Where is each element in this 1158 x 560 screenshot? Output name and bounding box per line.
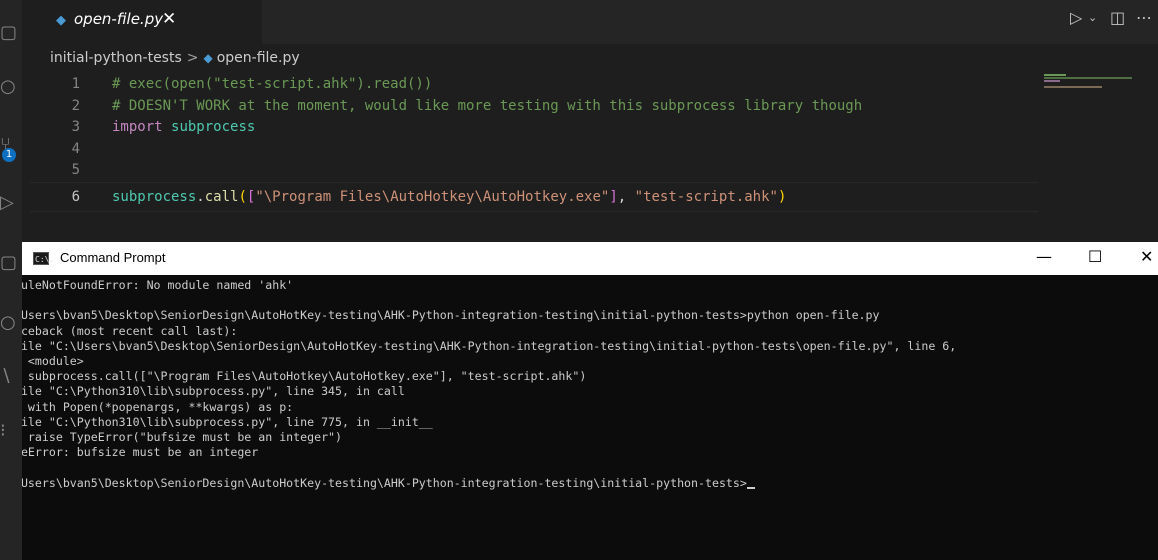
code-text: # DOESN'T WORK at the moment, would like… (112, 96, 862, 118)
minimap-line (1044, 77, 1132, 79)
code-token: subprocess (112, 188, 197, 205)
code-line[interactable]: 1 # exec(open("test-script.ahk").read()) (30, 74, 1040, 96)
console-line: File "C:\Python310\lib\subprocess.py", l… (0, 414, 433, 429)
line-number: 2 (71, 97, 80, 114)
code-line[interactable]: 6 subprocess.call(["\Program Files\AutoHo… (30, 187, 1040, 209)
cmd-titlebar[interactable]: C:\. Command Prompt — ☐ ✕ (0, 242, 1158, 275)
console-line: subprocess.call(["\Program Files\AutoHot… (0, 369, 587, 384)
text-cursor (746, 486, 755, 489)
split-editor-icon[interactable]: ◫ (1110, 8, 1125, 27)
code-token: ) (777, 188, 787, 205)
console-line: raise TypeError("bufsize must be an inte… (0, 430, 343, 445)
code-text: import subprocess (112, 117, 255, 139)
line-number: 4 (71, 140, 80, 157)
extensions-icon[interactable]: ▢ (0, 252, 18, 274)
command-prompt-window: C:\. Command Prompt — ☐ ✕ ModuleNotFound… (0, 242, 1158, 560)
code-line[interactable]: 3 import subprocess (30, 117, 1040, 139)
remote-icon[interactable]: ○ (0, 312, 18, 334)
editor-actions: ▷ ⌄ ◫ ⋯ (1058, 8, 1158, 32)
console-line: ModuleNotFoundError: No module named 'ah… (0, 278, 294, 292)
close-button[interactable]: ✕ (1140, 247, 1153, 266)
line-number: 5 (71, 162, 80, 178)
activity-bar: ▢ ○ ⑂ 1 ▷ ▢ ○ ∖ ⁝ (0, 0, 22, 560)
docker-icon[interactable]: ⁝ (0, 420, 18, 442)
minimap-line (1044, 80, 1060, 82)
console-line: with Popen(*popenargs, **kwargs) as p: (0, 399, 294, 414)
line-number: 6 (71, 188, 80, 205)
console-line: File "C:\Python310\lib\subprocess.py", l… (0, 384, 405, 399)
minimap[interactable] (1040, 72, 1135, 88)
code-token: subprocess (171, 119, 256, 135)
line-number: 3 (71, 119, 80, 135)
run-icon[interactable]: ▷ (1070, 8, 1082, 27)
breadcrumb-separator: > (186, 50, 199, 66)
console-prompt-line: C:\Users\bvan5\Desktop\SeniorDesign\Auto… (0, 476, 1158, 491)
breadcrumb: initial-python-tests > ◆ open-file.py (50, 50, 300, 70)
code-token: ] (609, 188, 618, 205)
console-line: in <module> (0, 354, 84, 368)
cmd-app-icon: C:\. (33, 252, 54, 265)
run-debug-icon[interactable]: ▷ (0, 192, 18, 214)
code-line[interactable]: 2 # DOESN'T WORK at the moment, would lik… (30, 96, 1040, 118)
close-icon[interactable]: ✕ (162, 9, 176, 29)
notification-badge: 1 (2, 148, 16, 162)
code-editor[interactable]: 1 # exec(open("test-script.ahk").read()) 2… (30, 74, 1040, 208)
code-token: # exec(open("test-script.ahk").read()) (112, 76, 433, 92)
cmd-console-output[interactable]: ModuleNotFoundError: No module named 'ah… (0, 278, 1158, 560)
code-token: # DOESN'T WORK at the moment, would like… (112, 97, 863, 114)
code-token: call (204, 188, 239, 205)
vscode-window: ◆ open-file.py ✕ ▷ ⌄ ◫ ⋯ initial-python-… (0, 0, 1158, 242)
console-line: C:\Users\bvan5\Desktop\SeniorDesign\Auto… (0, 308, 880, 323)
chevron-down-icon[interactable]: ⌄ (1088, 11, 1097, 24)
python-file-icon: ◆ (203, 51, 213, 65)
code-token: . (196, 188, 205, 205)
maximize-button[interactable]: ☐ (1088, 247, 1102, 266)
code-token: , (617, 188, 635, 205)
more-actions-icon[interactable]: ⋯ (1136, 8, 1152, 27)
testing-icon[interactable]: ∖ (0, 366, 18, 388)
code-token: "test-script.ahk" (634, 188, 778, 205)
python-file-icon: ◆ (56, 13, 66, 28)
line-number: 1 (71, 76, 80, 92)
cmd-window-title: Command Prompt (60, 250, 166, 265)
console-prompt: C:\Users\bvan5\Desktop\SeniorDesign\Auto… (0, 475, 747, 490)
search-icon[interactable]: ○ (0, 76, 18, 98)
code-token: import (112, 119, 163, 135)
code-token: "\Program Files\AutoHotkey\AutoHotkey.ex… (255, 188, 610, 205)
tab-open-file[interactable]: ◆ open-file.py ✕ (22, 0, 262, 44)
code-line[interactable]: 5 (30, 160, 1040, 182)
code-line[interactable]: 4 (30, 139, 1040, 161)
console-line: Traceback (most recent call last): (0, 323, 238, 338)
console-line: File "C:\Users\bvan5\Desktop\SeniorDesig… (0, 338, 957, 353)
breadcrumb-folder[interactable]: initial-python-tests (50, 50, 182, 66)
breadcrumb-file[interactable]: open-file.py (217, 50, 300, 66)
code-text: subprocess.call(["\Program Files\AutoHot… (112, 187, 786, 209)
tab-label: open-file.py (74, 10, 164, 28)
minimize-button[interactable]: — (1036, 247, 1052, 266)
code-text: # exec(open("test-script.ahk").read()) (112, 74, 432, 96)
minimap-line (1044, 74, 1066, 76)
minimap-line (1044, 86, 1102, 88)
code-token: ( (238, 188, 247, 205)
explorer-icon[interactable]: ▢ (0, 22, 18, 44)
console-line: TypeError: bufsize must be an integer (0, 445, 259, 460)
